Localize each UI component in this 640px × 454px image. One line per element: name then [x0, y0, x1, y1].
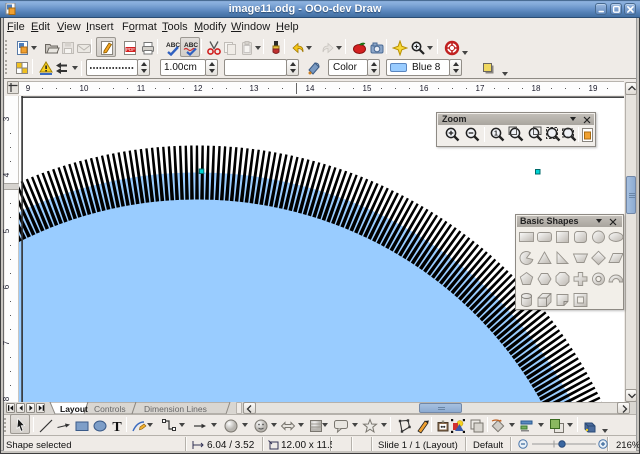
svg-text:PDF: PDF	[126, 47, 135, 52]
svg-text:1: 1	[494, 131, 498, 138]
svg-text:T: T	[112, 420, 122, 434]
